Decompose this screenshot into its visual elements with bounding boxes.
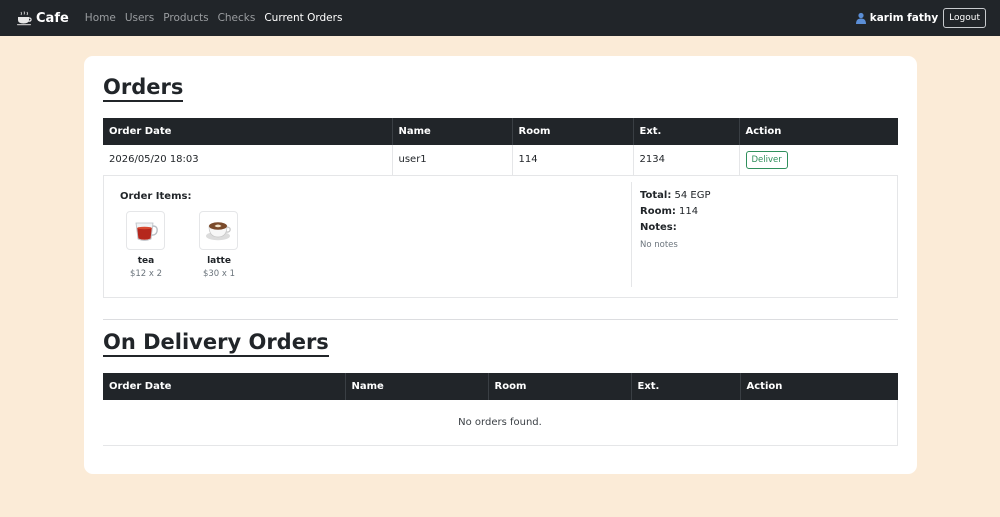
- column-header-ext: Ext.: [630, 372, 740, 400]
- orders-card: Orders Order Date Name Room Ext. Action …: [84, 56, 917, 474]
- column-header-action: Action: [739, 372, 898, 400]
- tea-thumbnail: [126, 210, 165, 250]
- empty-message: No orders found.: [103, 399, 898, 447]
- order-room: Room: 114: [640, 206, 711, 217]
- order-date-cell: 2026/05/20 18:03: [103, 145, 392, 176]
- notes-label: Notes:: [640, 221, 677, 233]
- item-name: tea: [137, 255, 155, 266]
- table-header-row: Order Date Name Room Ext. Action: [103, 372, 898, 400]
- user-menu: karim fathy: [855, 12, 938, 24]
- orders-table: Order Date Name Room Ext. Action 2026/05…: [103, 118, 898, 176]
- tea-cup-icon: [135, 222, 158, 242]
- column-header-order-date: Order Date: [109, 380, 172, 392]
- nav-link-home[interactable]: Home: [85, 12, 116, 24]
- order-ext-cell: 2134: [632, 145, 739, 176]
- order-details: Order Items: tea $12 x 2 latte $30 x 1 T…: [103, 175, 898, 298]
- notes-value: No notes: [640, 239, 678, 250]
- order-summary: Total: 54 EGP Room: 114 Notes: No notes: [632, 176, 711, 297]
- list-item: tea $12 x 2: [126, 210, 166, 279]
- order-items-list: tea $12 x 2 latte $30 x 1: [120, 210, 631, 279]
- column-header-action: Action: [738, 118, 898, 146]
- total-label: Total:: [640, 189, 672, 201]
- table-row: No orders found.: [103, 399, 898, 447]
- column-header-name: Name: [344, 372, 488, 400]
- user-icon: [855, 12, 866, 24]
- user-name: karim fathy: [869, 12, 939, 24]
- coffee-cup-icon: [17, 11, 32, 26]
- column-header-ext: Ext.: [632, 118, 739, 146]
- nav-user-area: karim fathy Logout: [855, 8, 986, 28]
- orders-title: Orders: [103, 75, 184, 103]
- delivery-table: Order Date Name Room Ext. Action No orde…: [103, 372, 898, 447]
- order-action-cell: Deliver: [738, 145, 898, 176]
- latte-thumbnail: [199, 210, 238, 250]
- deliver-button[interactable]: Deliver: [745, 150, 788, 169]
- nav-link-products[interactable]: Products: [163, 12, 208, 24]
- order-room-cell: 114: [511, 145, 633, 176]
- column-header-room: Room: [487, 372, 631, 400]
- nav-link-current-orders[interactable]: Current Orders: [264, 12, 342, 24]
- table-row: 2026/05/20 18:03 user1 114 2134 Deliver: [103, 145, 898, 176]
- item-name: latte: [207, 255, 231, 266]
- room-value: 114: [679, 205, 699, 217]
- logout-button[interactable]: Logout: [943, 8, 986, 28]
- list-item: latte $30 x 1: [199, 210, 239, 279]
- item-price: $30 x 1: [202, 268, 236, 279]
- nav-link-users[interactable]: Users: [125, 12, 154, 24]
- order-items-label: Order Items:: [120, 190, 192, 202]
- total-value: 54 EGP: [674, 189, 711, 201]
- order-items-section: Order Items: tea $12 x 2 latte $30 x 1: [104, 181, 632, 287]
- navbar: Cafe Home Users Products Checks Current …: [0, 0, 1000, 36]
- column-header-order-date: Order Date: [109, 126, 172, 138]
- order-total: Total: 54 EGP: [640, 190, 711, 201]
- nav-link-checks[interactable]: Checks: [218, 12, 256, 24]
- delivery-title: On Delivery Orders: [103, 330, 329, 357]
- latte-cup-icon: [205, 222, 231, 241]
- column-header-name: Name: [391, 118, 512, 146]
- column-header-room: Room: [511, 118, 633, 146]
- section-divider: [103, 318, 898, 320]
- room-label: Room:: [640, 205, 676, 217]
- order-notes: Notes:: [640, 222, 711, 233]
- item-price: $12 x 2: [129, 268, 163, 279]
- order-name-cell: user1: [391, 145, 512, 176]
- brand-link[interactable]: Cafe: [16, 10, 69, 26]
- brand-name: Cafe: [36, 10, 69, 26]
- table-header-row: Order Date Name Room Ext. Action: [103, 118, 898, 146]
